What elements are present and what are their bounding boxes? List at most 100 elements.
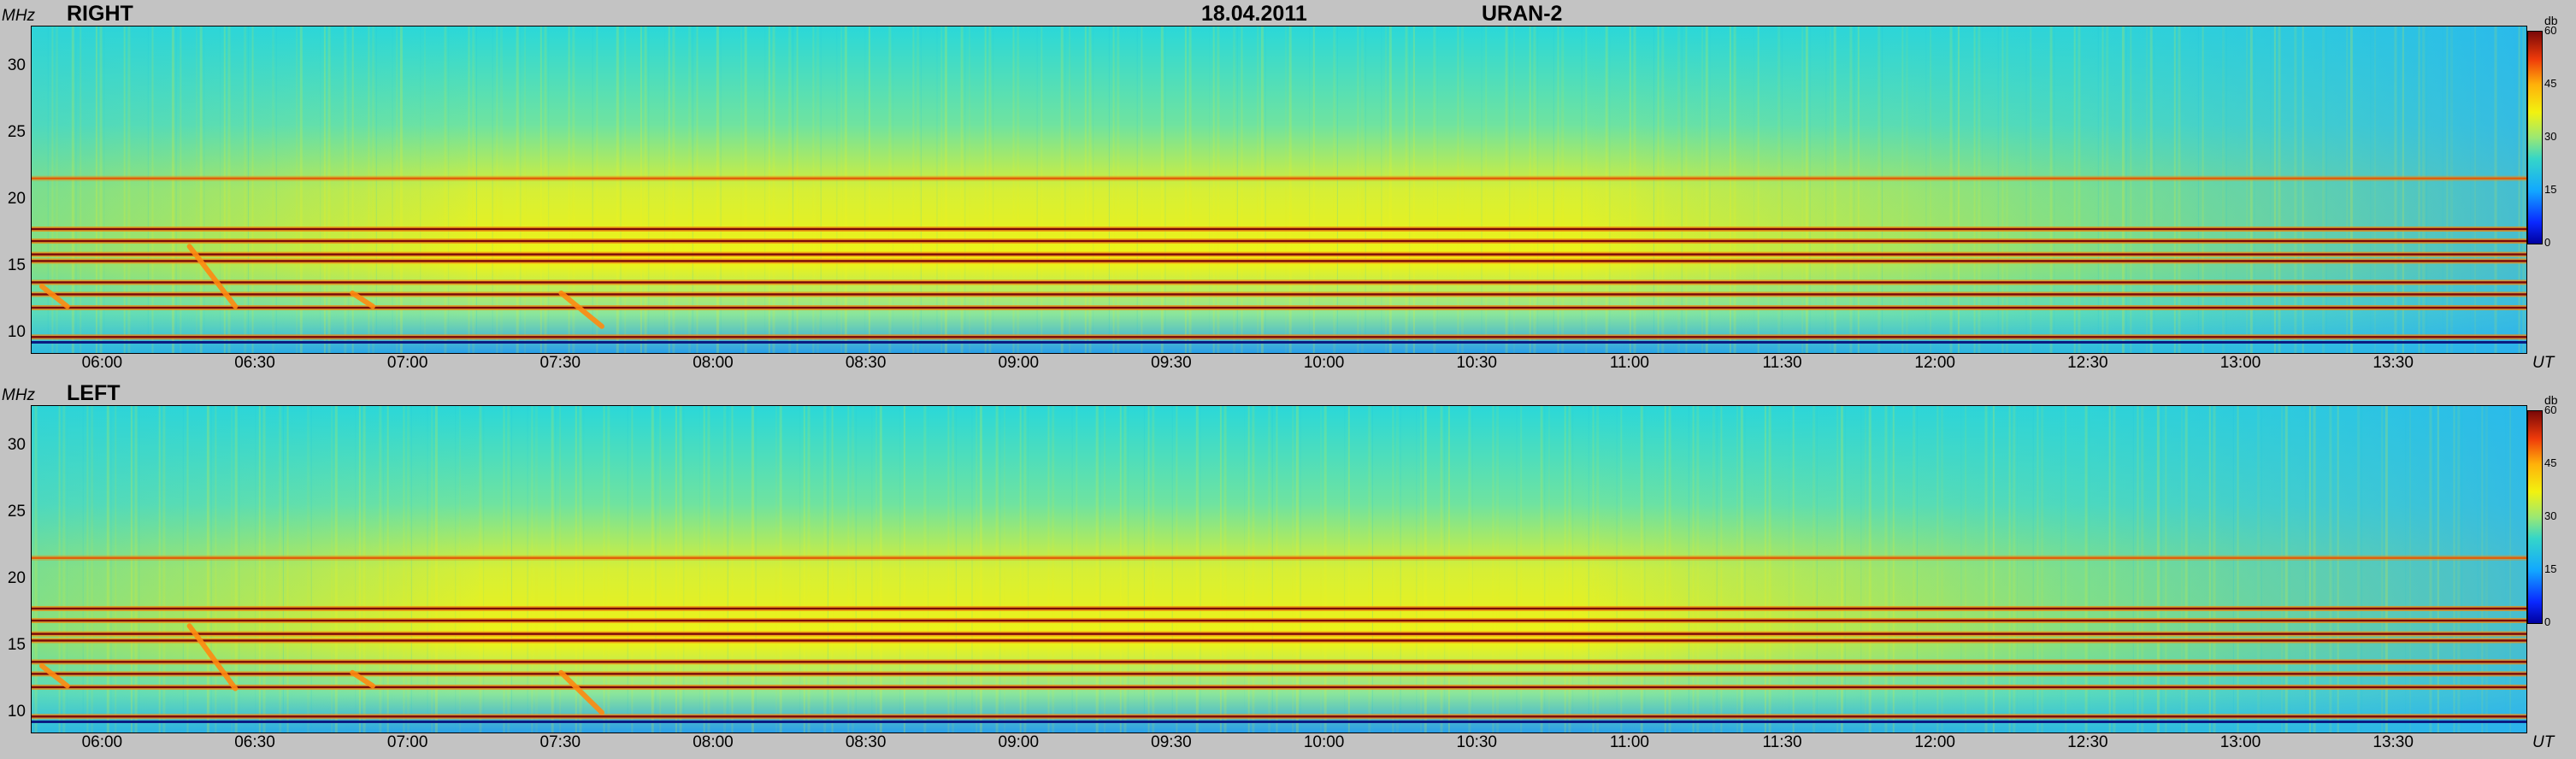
- y-tick-label: 30: [7, 435, 26, 454]
- broadband-streak: [1816, 406, 1818, 733]
- broadband-streak: [2084, 406, 2088, 733]
- x-tick-label: 13:00: [2219, 354, 2261, 372]
- broadband-streak: [1757, 26, 1760, 353]
- x-tick-label: 12:00: [1914, 354, 1955, 372]
- broadband-streak: [616, 26, 619, 353]
- broadband-streak: [2422, 26, 2426, 353]
- broadband-streak: [444, 26, 447, 353]
- broadband-streak: [496, 26, 498, 353]
- broadband-streak: [1361, 26, 1364, 353]
- broadband-streak: [903, 406, 905, 733]
- broadband-streak: [520, 26, 522, 353]
- broadband-streak: [2384, 406, 2388, 733]
- broadband-streak: [1405, 26, 1408, 353]
- broadband-streak: [668, 26, 670, 353]
- broadband-streak: [483, 406, 485, 733]
- x-tick-label: 08:00: [693, 354, 734, 372]
- broadband-streak: [764, 26, 766, 353]
- broadband-streak: [1472, 406, 1473, 733]
- broadband-streak: [535, 406, 538, 733]
- broadband-streak: [1108, 26, 1110, 353]
- broadband-streak: [779, 406, 782, 733]
- broadband-streak: [1095, 406, 1099, 733]
- broadband-streak: [1801, 26, 1804, 353]
- broadband-streak: [1195, 406, 1199, 733]
- broadband-streak: [2041, 406, 2044, 733]
- broadband-streak: [751, 406, 754, 733]
- broadband-streak: [431, 406, 433, 733]
- broadband-streak: [559, 406, 562, 733]
- broadband-streak: [51, 26, 54, 353]
- broadband-streak: [1913, 406, 1916, 733]
- interference-line: [32, 281, 2526, 284]
- broadband-streak: [1906, 26, 1908, 353]
- broadband-streak: [1457, 26, 1459, 353]
- panel-title: LEFT: [67, 381, 121, 405]
- broadband-streak: [1849, 26, 1853, 353]
- broadband-streak: [2461, 406, 2462, 733]
- broadband-streak: [1657, 26, 1659, 353]
- broadband-streak: [1247, 406, 1250, 733]
- broadband-streak: [147, 26, 149, 353]
- broadband-streak: [296, 26, 298, 353]
- broadband-streak: [1119, 406, 1122, 733]
- right-polarization-panel: MHz RIGHT UT db 30 25 20 15 10 06:00 06:30 07:0…: [0, 0, 2576, 380]
- broadband-streak: [812, 26, 815, 353]
- broadband-streak: [307, 406, 309, 733]
- broadband-streak: [1300, 406, 1301, 733]
- broadband-streak: [1925, 26, 1927, 353]
- broadband-streak: [1720, 406, 1723, 733]
- x-tick-label: 07:30: [539, 354, 581, 372]
- broadband-streak: [1416, 406, 1418, 733]
- broadband-streak: [1388, 26, 1392, 353]
- y-tick-label: 10: [7, 322, 26, 341]
- broadband-streak: [180, 26, 182, 353]
- broadband-streak: [158, 406, 161, 733]
- broadband-streak: [71, 26, 74, 353]
- broadband-streak: [1481, 26, 1483, 353]
- broadband-streak: [2426, 26, 2427, 353]
- broadband-streak: [1147, 406, 1150, 733]
- broadband-streak: [2329, 406, 2332, 733]
- colorbar: [2527, 410, 2543, 624]
- broadband-streak: [1978, 26, 1981, 353]
- broadband-streak: [320, 26, 321, 353]
- broadband-streak: [947, 406, 950, 733]
- interference-line: [32, 685, 2526, 689]
- broadband-streak: [1141, 26, 1143, 353]
- y-tick-label: 15: [7, 635, 26, 654]
- broadband-streak: [1997, 26, 1999, 353]
- broadband-streak: [334, 406, 338, 733]
- broadband-streak: [1064, 26, 1066, 353]
- broadband-streak: [492, 26, 493, 353]
- broadband-streak: [1777, 26, 1781, 353]
- broadband-streak: [1496, 406, 1500, 733]
- broadband-streak: [1548, 406, 1550, 733]
- broadband-streak: [2160, 406, 2162, 733]
- broadband-streak: [1768, 406, 1771, 733]
- broadband-streak: [2418, 26, 2420, 353]
- broadband-streak: [251, 26, 254, 353]
- broadband-streak: [1371, 406, 1373, 733]
- broadband-streak: [2333, 406, 2334, 733]
- broadband-streak: [2470, 26, 2472, 353]
- broadband-streak: [2106, 26, 2109, 353]
- broadband-streak: [1368, 406, 1371, 733]
- broadband-streak: [2113, 406, 2116, 733]
- broadband-streak: [1188, 26, 1192, 353]
- broadband-streak: [640, 26, 642, 353]
- broadband-streak: [2261, 406, 2262, 733]
- broadband-streak: [936, 26, 938, 353]
- left-polarization-panel: MHz LEFT UT db 30 25 20 15 10 06:00 06:30 07:00…: [0, 380, 2576, 759]
- broadband-streak: [1572, 406, 1574, 733]
- broadband-streak: [1930, 26, 1932, 353]
- broadband-streak: [648, 26, 650, 353]
- interference-line: [32, 556, 2526, 559]
- broadband-streak: [1616, 406, 1618, 733]
- broadband-streak: [244, 26, 247, 353]
- broadband-streak: [1260, 26, 1264, 353]
- broadband-streak: [844, 26, 847, 353]
- broadband-streak: [2398, 26, 2400, 353]
- broadband-streak: [555, 406, 557, 733]
- broadband-streak: [272, 26, 274, 353]
